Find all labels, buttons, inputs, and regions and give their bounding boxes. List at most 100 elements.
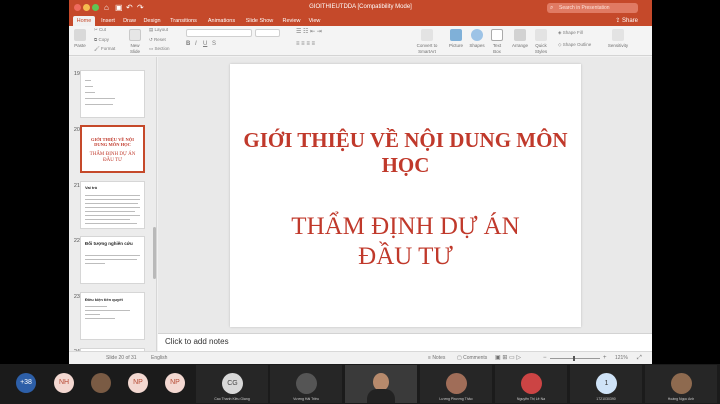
participant-avatar [521, 373, 542, 394]
arrange-button[interactable]: Arrange [511, 29, 529, 49]
tab-design[interactable]: Design [141, 16, 163, 26]
text-box-icon [491, 29, 503, 41]
fit-slide-icon[interactable]: ⤢ [637, 352, 642, 364]
text-line [85, 219, 130, 220]
slide-subtitle[interactable]: THẨM ĐỊNH DỰ ÁN ĐẦU TƯ [280, 212, 531, 271]
shape-fill-button[interactable]: ◈ Shape Fill [558, 30, 583, 36]
participant-avatar[interactable]: NH [54, 373, 74, 393]
thumbnail-subtitle: THẨM ĐỊNH DỰ ÁN ĐẦU TƯ [89, 152, 136, 163]
speaker-body [367, 389, 395, 403]
text-line [85, 306, 107, 307]
clipboard-icon [74, 29, 86, 41]
screen: ⌂ ▣ ↶ ↷ GIOITHIEUTDDA [Compatibility Mod… [0, 0, 720, 404]
shape-outline-button[interactable]: ◇ Shape Outline [558, 42, 591, 48]
shape-fill-label: Shape Fill [562, 30, 583, 35]
slide-thumbnail-20[interactable]: GIỚI THIỆU VỀ NỘI DUNG MÔN HỌC THẨM ĐỊNH… [80, 125, 145, 173]
current-slide[interactable]: GIỚI THIỆU VỀ NỘI DUNG MÔN HỌC THẨM ĐỊNH… [230, 64, 581, 327]
zoom-in-icon[interactable]: + [603, 352, 607, 364]
picture-button[interactable]: Picture [447, 29, 465, 49]
text-line [85, 98, 115, 99]
new-slide-label: New Slide [129, 43, 140, 54]
text-line [85, 195, 140, 196]
zoom-slider-knob[interactable] [573, 356, 575, 361]
bullets-icon[interactable]: ☰ ☷ ⇤ ⇥ [296, 29, 322, 35]
participant-video-tile[interactable] [345, 365, 417, 403]
text-line [85, 215, 140, 216]
participant-avatar[interactable]: NP [165, 373, 185, 393]
cut-label: Cut [99, 27, 107, 32]
section-button[interactable]: ▭ Section [149, 46, 170, 52]
participant-avatar[interactable]: NP [128, 373, 148, 393]
notes-pane[interactable]: Click to add notes [158, 333, 652, 351]
zoom-slider[interactable] [550, 358, 600, 359]
font-size-field[interactable] [255, 29, 280, 37]
thumbnail-title: Điều kiện tiên quyết [85, 297, 123, 302]
slide-number: 22 [73, 238, 80, 244]
text-line [85, 255, 140, 256]
quick-styles-icon [535, 29, 547, 41]
tab-animations[interactable]: Animations [204, 16, 239, 26]
view-buttons-icon[interactable]: ▣ ⊞ ▭ ▷ [495, 352, 521, 364]
slide-thumbnail-22[interactable]: Đối tượng nghiên cứu [80, 236, 145, 284]
slide-title[interactable]: GIỚI THIỆU VỀ NỘI DUNG MÔN HỌC [230, 128, 581, 178]
copy-button[interactable]: ⧉ Copy [94, 37, 109, 43]
thumbnail-title: GIỚI THIỆU VỀ NỘI DUNG MÔN HỌC [91, 137, 134, 147]
title-bar: ⌂ ▣ ↶ ↷ GIOITHIEUTDDA [Compatibility Mod… [69, 0, 652, 16]
font-name-field[interactable] [186, 29, 252, 37]
alignment-icon[interactable]: ≡ ≡ ≡ ≡ [296, 41, 315, 47]
participant-tile[interactable]: Lương Phương Thảo [420, 365, 492, 403]
tab-review[interactable]: Review [280, 16, 303, 26]
notes-toggle[interactable]: ≡ Notes [428, 352, 445, 364]
tab-slide-show[interactable]: Slide Show [243, 16, 276, 26]
bold-button[interactable]: B [186, 41, 190, 47]
slide-number: 23 [73, 294, 80, 300]
participant-tile[interactable]: Nguyễn Thị Lê Na [495, 365, 567, 403]
language-status[interactable]: English [151, 352, 167, 364]
tab-insert[interactable]: Insert [98, 16, 118, 26]
participant-name: Hoàng Ngọc Anh [667, 397, 695, 401]
copy-label: Copy [98, 37, 109, 42]
format-painter-button[interactable]: 🖌 Format [94, 46, 115, 52]
sensitivity-button[interactable]: Sensitivity [603, 29, 633, 49]
italic-button[interactable]: I [195, 41, 197, 47]
participant-tile[interactable]: Vương Hải Triều [270, 365, 342, 403]
zoom-level[interactable]: 121% [615, 352, 628, 364]
convert-to-smartart-button[interactable]: Convert to SmartArt [414, 29, 440, 55]
comments-toggle[interactable]: ▢ Comments [457, 352, 487, 364]
picture-label: Picture [448, 43, 463, 48]
search-input[interactable]: ⌕ Search in Presentation [547, 3, 638, 13]
share-button[interactable]: ⇪ Share [615, 16, 638, 26]
reset-button[interactable]: ↺ Reset [149, 37, 166, 43]
powerpoint-window: ⌂ ▣ ↶ ↷ GIOITHIEUTDDA [Compatibility Mod… [69, 0, 652, 364]
cut-button[interactable]: ✂ Cut [94, 27, 106, 33]
smartart-icon [421, 29, 433, 41]
tab-draw[interactable]: Draw [121, 16, 138, 26]
text-box-button[interactable]: Text Box [489, 29, 505, 55]
layout-label: Layout [154, 27, 169, 32]
slide-thumbnail-19[interactable] [80, 70, 145, 118]
shapes-button[interactable]: Shapes [468, 29, 486, 49]
participant-avatar [446, 373, 467, 394]
panel-scrollbar[interactable] [153, 227, 156, 279]
participant-tile[interactable]: CG Cao Thanh Kiều Giang [196, 365, 268, 403]
tab-home[interactable]: Home [73, 16, 95, 26]
participant-avatar[interactable] [91, 373, 111, 393]
sensitivity-icon [612, 29, 624, 41]
sensitivity-label: Sensitivity [607, 43, 629, 48]
new-slide-button[interactable]: New Slide [125, 29, 145, 55]
slide-thumbnail-21[interactable]: Vai trò [80, 181, 145, 229]
participant-tile[interactable]: Hoàng Ngọc Anh [645, 365, 717, 403]
paste-button[interactable]: Paste [72, 29, 88, 49]
participant-tile[interactable]: 1 1721030390 [570, 365, 642, 403]
tab-transitions[interactable]: Transitions [166, 16, 201, 26]
text-line [85, 263, 105, 264]
zoom-out-icon[interactable]: − [543, 352, 547, 364]
tab-view[interactable]: View [306, 16, 323, 26]
strikethrough-button[interactable]: S [212, 41, 216, 47]
more-participants-button[interactable]: +38 [16, 373, 36, 393]
layout-button[interactable]: ▤ Layout [149, 27, 168, 33]
quick-styles-button[interactable]: Quick Styles [532, 29, 550, 55]
slide-number: 20 [73, 127, 80, 133]
underline-button[interactable]: U [203, 41, 207, 47]
slide-thumbnail-23[interactable]: Điều kiện tiên quyết [80, 292, 145, 340]
